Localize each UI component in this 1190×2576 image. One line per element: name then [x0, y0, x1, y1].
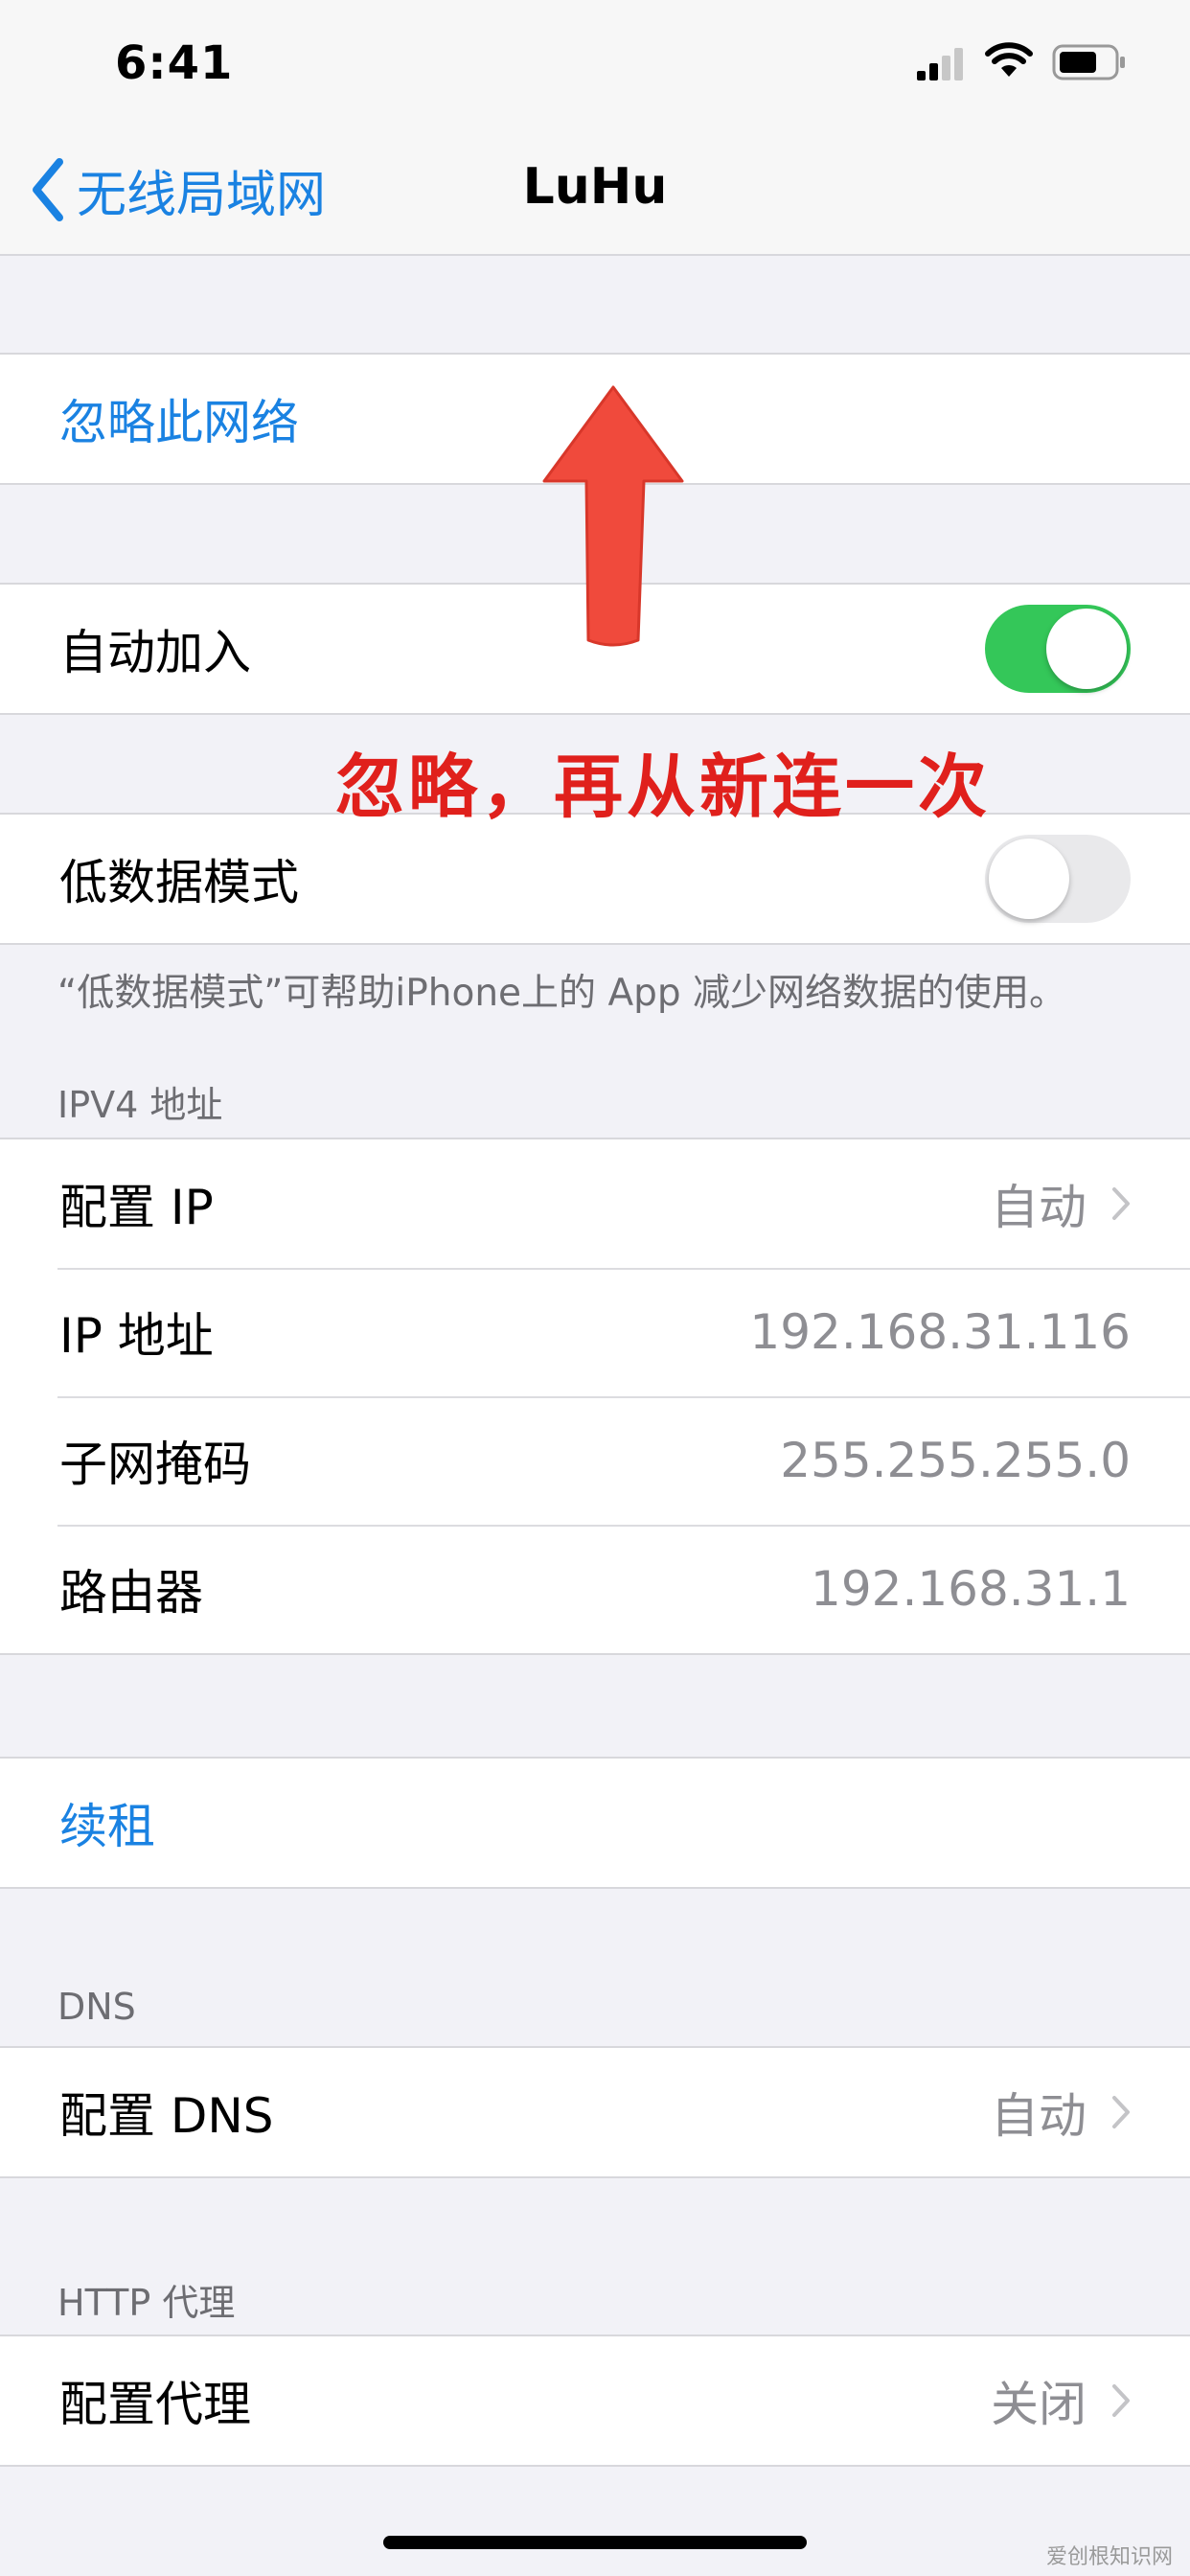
battery-icon — [1052, 44, 1127, 84]
configure-ip-label: 配置 IP — [59, 1180, 214, 1235]
renew-group: 续租 — [0, 1757, 1190, 1889]
ip-address-label: IP 地址 — [59, 1308, 214, 1364]
http-proxy-group: 配置代理 关闭 — [0, 2334, 1190, 2467]
red-arrow-annotation-icon — [537, 381, 690, 656]
auto-join-toggle[interactable] — [985, 605, 1131, 693]
router-value: 192.168.31.1 — [811, 1561, 1131, 1617]
page-title: LuHu — [522, 158, 668, 216]
ipv4-group: 配置 IP 自动 IP 地址 192.168.31.116 子网掩码 255.2… — [0, 1138, 1190, 1655]
low-data-row: 低数据模式 — [0, 815, 1190, 943]
toggle-knob — [1046, 609, 1127, 689]
configure-proxy-value: 关闭 — [991, 2377, 1087, 2432]
router-row: 路由器 192.168.31.1 — [0, 1525, 1190, 1653]
ip-address-value: 192.168.31.116 — [749, 1304, 1131, 1360]
configure-dns-value: 自动 — [991, 2088, 1087, 2144]
status-time: 6:41 — [115, 36, 234, 90]
configure-proxy-row[interactable]: 配置代理 关闭 — [0, 2336, 1190, 2465]
ipv4-header: IPV4 地址 — [57, 1084, 223, 1126]
subnet-mask-label: 子网掩码 — [59, 1437, 251, 1492]
dns-header: DNS — [57, 1986, 136, 2028]
configure-dns-label: 配置 DNS — [59, 2088, 274, 2144]
forget-network-label: 忽略此网络 — [59, 395, 299, 450]
watermark: 爱创根知识网 — [1045, 2545, 1173, 2569]
wifi-icon — [985, 42, 1033, 84]
http-proxy-header: HTTP 代理 — [57, 2282, 236, 2324]
configure-proxy-label: 配置代理 — [59, 2377, 251, 2432]
configure-dns-row[interactable]: 配置 DNS 自动 — [0, 2048, 1190, 2176]
subnet-mask-row: 子网掩码 255.255.255.0 — [0, 1396, 1190, 1525]
chevron-right-icon — [1112, 2096, 1130, 2128]
cellular-signal-icon — [915, 46, 965, 86]
renew-lease-button[interactable]: 续租 — [0, 1759, 1190, 1887]
annotation-text: 忽略，再从新连一次 — [335, 747, 992, 827]
ip-address-row: IP 地址 192.168.31.116 — [0, 1268, 1190, 1396]
low-data-note: “低数据模式”可帮助iPhone上的 App 减少网络数据的使用。 — [57, 972, 1067, 1015]
auto-join-label: 自动加入 — [59, 625, 251, 680]
dns-group: 配置 DNS 自动 — [0, 2046, 1190, 2178]
configure-ip-value: 自动 — [991, 1180, 1087, 1235]
subnet-mask-value: 255.255.255.0 — [780, 1433, 1131, 1488]
chevron-right-icon — [1112, 2384, 1130, 2417]
configure-ip-row[interactable]: 配置 IP 自动 — [0, 1139, 1190, 1268]
low-data-label: 低数据模式 — [59, 855, 299, 910]
toggle-knob — [989, 839, 1069, 919]
low-data-group: 低数据模式 — [0, 813, 1190, 945]
renew-lease-label: 续租 — [59, 1799, 155, 1854]
low-data-toggle[interactable] — [985, 835, 1131, 923]
chevron-right-icon — [1112, 1187, 1130, 1220]
home-indicator — [383, 2536, 807, 2549]
router-label: 路由器 — [59, 1565, 203, 1621]
